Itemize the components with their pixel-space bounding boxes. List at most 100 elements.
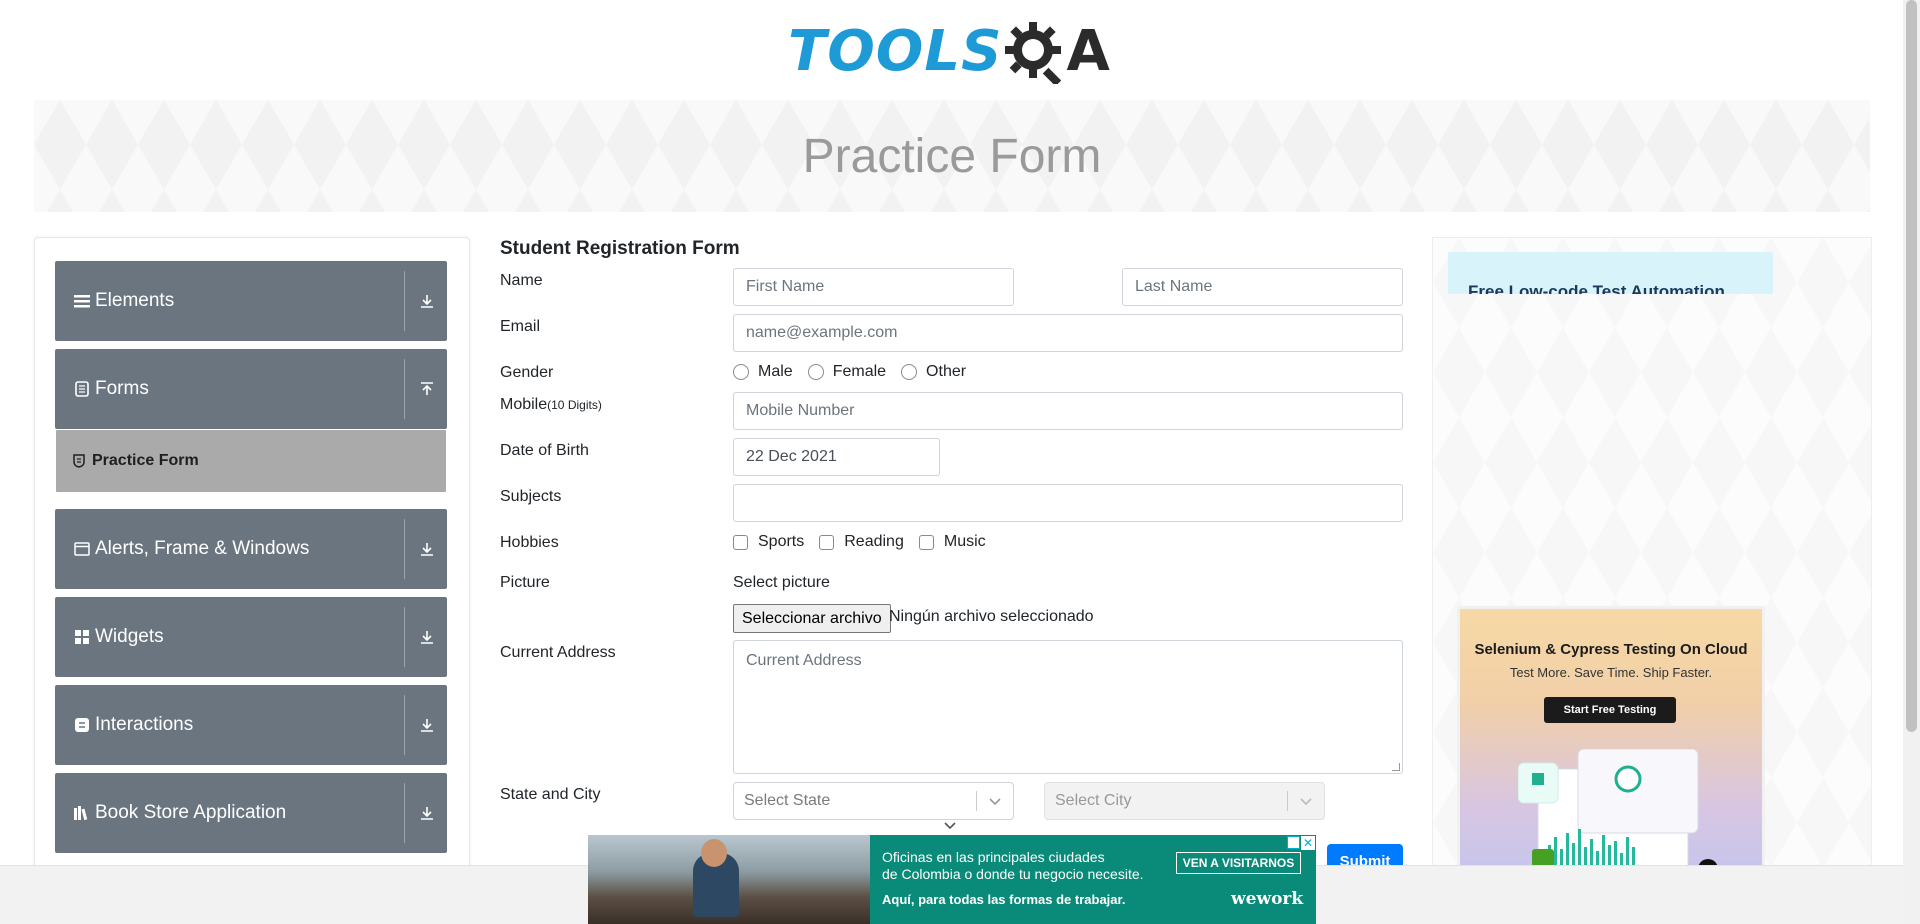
city-select[interactable]: Select City xyxy=(1044,782,1325,820)
ad-top-text: Free Low-code Test Automation xyxy=(1468,282,1725,294)
radio-label[interactable]: Female xyxy=(833,363,886,381)
mobile-label-text: Mobile xyxy=(500,396,548,413)
dob-label: Date of Birth xyxy=(500,442,589,459)
sidebar-group-widgets[interactable]: Widgets xyxy=(55,597,447,677)
ad-card-title: Selenium & Cypress Testing On Cloud xyxy=(1474,641,1748,658)
interaction-icon xyxy=(73,716,91,734)
resize-handle-icon[interactable] xyxy=(1392,763,1400,771)
state-select-placeholder: Select State xyxy=(744,792,831,809)
toolsqa-logo[interactable]: TOOLS A xyxy=(788,14,1118,90)
hobbies-label: Hobbies xyxy=(500,534,559,551)
current-address-label: Current Address xyxy=(500,644,616,661)
email-input[interactable]: name@example.com xyxy=(733,314,1403,352)
ad-photo xyxy=(588,835,870,924)
hobby-reading-option[interactable]: Reading xyxy=(819,533,904,551)
sidebar-group-book-store[interactable]: Book Store Application xyxy=(55,773,447,853)
first-name-input[interactable]: First Name xyxy=(733,268,1014,306)
divider xyxy=(404,695,405,755)
gender-female-option[interactable]: Female xyxy=(807,363,886,381)
subjects-input[interactable] xyxy=(733,484,1403,522)
menu-icon xyxy=(73,292,91,310)
ad-tagline: Aquí, para todas las formas de trabajar. xyxy=(882,892,1126,907)
ad-text-line-2: de Colombia o donde tu negocio necesite. xyxy=(882,866,1144,882)
mobile-hint: (10 Digits) xyxy=(547,398,602,412)
divider xyxy=(404,359,405,419)
person-head xyxy=(701,839,727,867)
current-address-textarea[interactable]: Current Address xyxy=(733,640,1403,774)
date-of-birth-input[interactable]: 22 Dec 2021 xyxy=(733,438,940,476)
expand-down-icon[interactable] xyxy=(417,803,437,823)
city-select-placeholder: Select City xyxy=(1055,792,1132,809)
expand-down-icon[interactable] xyxy=(417,539,437,559)
radio-label[interactable]: Other xyxy=(926,363,966,381)
collapse-up-icon[interactable] xyxy=(417,379,437,399)
radio-button[interactable] xyxy=(733,364,749,380)
subjects-label: Subjects xyxy=(500,488,562,505)
checkbox-label[interactable]: Music xyxy=(944,533,986,551)
expand-down-icon[interactable] xyxy=(417,627,437,647)
ad-card-testing[interactable]: Selenium & Cypress Testing On Cloud Test… xyxy=(1457,606,1765,878)
radio-button[interactable] xyxy=(807,364,824,380)
close-icon[interactable]: ✕ xyxy=(1301,836,1315,850)
ad-cta-button[interactable]: VEN A VISITARNOS xyxy=(1176,852,1301,874)
page-banner: Practice Form xyxy=(34,100,1870,212)
gender-male-option[interactable]: Male xyxy=(733,363,793,381)
hobby-music-option[interactable]: Music xyxy=(918,533,986,551)
hobby-sports-option[interactable]: Sports xyxy=(733,533,804,551)
ad-text-lines: Oficinas en las principales ciudades de … xyxy=(882,849,1144,883)
checkbox[interactable] xyxy=(733,534,748,550)
divider xyxy=(404,783,405,843)
divider xyxy=(976,791,977,811)
logo-letter: A xyxy=(1066,19,1110,84)
books-icon xyxy=(73,804,91,822)
expand-down-icon[interactable] xyxy=(417,291,437,311)
last-name-input[interactable]: Last Name xyxy=(1122,268,1403,306)
hobbies-checkbox-group: Sports Reading Music xyxy=(733,533,1001,551)
sidebar-group-interactions[interactable]: Interactions xyxy=(55,685,447,765)
checkbox[interactable] xyxy=(819,534,835,550)
divider xyxy=(404,607,405,667)
state-select[interactable]: Select State xyxy=(733,782,1014,820)
document-icon xyxy=(73,380,91,398)
email-label: Email xyxy=(500,318,541,335)
divider xyxy=(404,271,405,331)
expand-down-icon[interactable] xyxy=(417,715,437,735)
scrollbar-thumb[interactable] xyxy=(1906,0,1917,732)
ad-card-subtitle: Test More. Save Time. Ship Faster. xyxy=(1509,665,1713,680)
chevron-down-icon[interactable] xyxy=(987,793,1003,809)
bottom-ad-banner[interactable]: Oficinas en las principales ciudades de … xyxy=(588,835,1316,924)
page-title: Practice Form xyxy=(802,129,1102,183)
form-title: Student Registration Form xyxy=(500,238,740,259)
gear-magnifier-icon xyxy=(1005,22,1062,84)
gender-other-option[interactable]: Other xyxy=(901,363,966,381)
checkbox-label[interactable]: Sports xyxy=(758,533,804,551)
ad-banner-top[interactable]: Free Low-code Test Automation xyxy=(1448,252,1773,294)
sidebar-group-elements[interactable]: Elements xyxy=(55,261,447,341)
radio-button[interactable] xyxy=(901,364,918,380)
select-picture-label: Select picture xyxy=(733,574,830,591)
state-city-label: State and City xyxy=(500,786,601,803)
ad-brand-logo: wework xyxy=(1231,889,1304,909)
start-free-testing-button[interactable]: Start Free Testing xyxy=(1544,697,1676,723)
gender-label: Gender xyxy=(500,364,554,381)
sidebar-group-forms[interactable]: Forms xyxy=(55,349,447,429)
sidebar-item-practice-form[interactable]: Practice Form xyxy=(56,430,446,492)
ad-text-line-1: Oficinas en las principales ciudades xyxy=(882,849,1105,865)
checkbox-label[interactable]: Reading xyxy=(844,533,904,551)
choose-file-button[interactable]: Seleccionar archivo xyxy=(733,604,891,633)
sidebar-group-label: Widgets xyxy=(95,626,164,647)
chevron-down-icon[interactable] xyxy=(942,820,958,832)
dashboard-illustration-icon xyxy=(1518,749,1718,875)
sidebar-group-label: Elements xyxy=(95,290,175,311)
picture-label: Picture xyxy=(500,574,550,591)
checkbox[interactable] xyxy=(918,534,934,550)
grid-icon xyxy=(73,628,91,646)
mobile-input[interactable]: Mobile Number xyxy=(733,392,1403,430)
file-status-text: Ningún archivo seleccionado xyxy=(889,608,1094,625)
sidebar-item-label: Practice Form xyxy=(92,452,199,469)
radio-label[interactable]: Male xyxy=(758,363,793,381)
chevron-down-icon[interactable] xyxy=(1298,793,1314,809)
adchoices-icon[interactable] xyxy=(1287,836,1300,849)
sidebar-group-label: Forms xyxy=(95,378,149,399)
sidebar-group-alerts[interactable]: Alerts, Frame & Windows xyxy=(55,509,447,589)
